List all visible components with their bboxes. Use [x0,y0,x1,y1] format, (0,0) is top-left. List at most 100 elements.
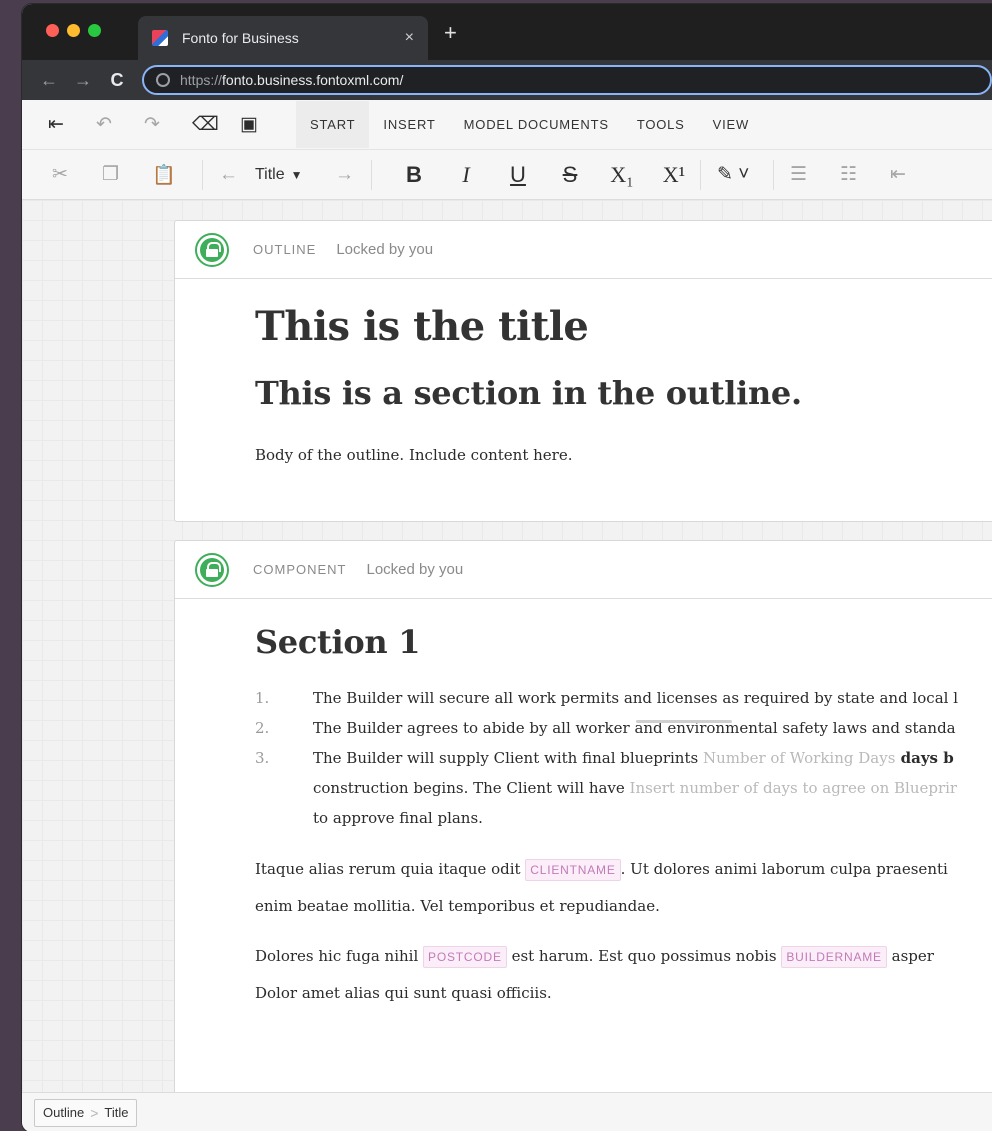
tab-strip: Fonto for Business × + [22,4,992,60]
format-toolbar: ✂ ❐ 📋 ← Title ▼ → B I U S X₁ X¹ ✎ ˅ ☰ ☷ … [22,150,992,200]
new-tab-icon[interactable]: + [444,22,457,44]
list-item-text[interactable]: construction begins. The Client will hav… [313,773,957,803]
bullet-list-icon[interactable]: ☷ [840,163,890,186]
globe-icon [156,73,170,87]
horizontal-scrollbar[interactable] [636,720,732,723]
variable-postcode[interactable]: POSTCODE [423,946,507,968]
variable-buildername[interactable]: BUILDERNAME [781,946,887,968]
tab-model-documents[interactable]: MODEL DOCUMENTS [450,101,623,148]
url-scheme: https:// [180,72,223,88]
chevron-down-icon: ▼ [290,167,303,182]
list-number: 3. [255,749,270,767]
italic-button[interactable]: I [440,162,492,188]
paragraph[interactable]: Dolores hic fuga nihil POSTCODE est haru… [255,938,992,1011]
text-run: est harum. Est quo possimus nobis [506,947,782,965]
list-number: 1. [255,689,270,707]
list-item[interactable]: 3. The Builder will supply Client with f… [255,743,992,773]
back-arrow-icon[interactable]: ← [32,70,66,91]
text-run: enim beatae mollitia. Vel temporibus et … [255,897,660,915]
text-run: asper [886,947,934,965]
list-item-text[interactable]: The Builder agrees to abide by all worke… [313,713,956,743]
placeholder-working-days[interactable]: Number of Working Days [703,749,895,767]
app-menubar: ⇤ ↶ ↷ ⌫ ▣ START INSERT MODEL DOCUMENTS T… [22,100,992,150]
fonto-favicon-icon [152,30,168,46]
outline-body[interactable]: This is the title This is a section in t… [175,279,992,472]
variable-clientname[interactable]: CLIENTNAME [525,859,621,881]
section-heading[interactable]: This is a section in the outline. [255,374,992,412]
bold-button[interactable]: B [388,162,440,188]
url-host: fonto.business.fontoxml.com/ [222,72,404,88]
list-number: 2. [255,719,270,737]
tab-tools[interactable]: TOOLS [623,101,699,148]
window-controls [46,24,101,37]
exit-icon[interactable]: ⇤ [48,113,96,136]
reload-icon[interactable]: C [100,70,134,91]
style-dropdown[interactable]: Title ▼ [255,166,335,184]
outline-card[interactable]: OUTLINE Locked by you This is the title … [174,220,992,522]
breadcrumb-item-outline[interactable]: Outline [43,1105,84,1120]
highlighter-icon[interactable]: ✎ ˅ [717,163,773,186]
subscript-button[interactable]: X₁ [596,162,648,188]
paragraph[interactable]: Itaque alias rerum quia itaque odit CLIE… [255,851,992,924]
copy-icon[interactable]: ❐ [102,163,152,186]
text-run: Dolores hic fuga nihil [255,947,424,965]
eraser-icon[interactable]: ⌫ [192,113,240,136]
redo-icon[interactable]: ↷ [144,113,192,136]
editor-canvas: OUTLINE Locked by you This is the title … [22,200,992,1092]
strikethrough-button[interactable]: S [544,162,596,188]
status-bar: Outline > Title [22,1092,992,1131]
lock-status: Locked by you [336,241,434,258]
menu-tabs: START INSERT MODEL DOCUMENTS TOOLS VIEW [296,101,763,148]
maximize-window-button[interactable] [88,24,101,37]
list-item-continuation[interactable]: to approve final plans. [255,803,992,833]
outdent-arrow-icon[interactable]: ← [219,164,255,186]
minimize-window-button[interactable] [67,24,80,37]
breadcrumb: Outline > Title [34,1098,138,1127]
browser-tab[interactable]: Fonto for Business × [138,16,428,60]
component-body[interactable]: Section 1 1. The Builder will secure all… [175,599,992,1011]
list-item-text[interactable]: The Builder will secure all work permits… [313,683,958,713]
outdent-icon[interactable]: ⇤ [890,163,940,186]
undo-icon[interactable]: ↶ [96,113,144,136]
toolbar-divider [700,159,701,190]
text-run: . Ut dolores animi laborum culpa praesen… [620,860,948,878]
section-heading[interactable]: Section 1 [255,623,992,661]
tab-view[interactable]: VIEW [699,101,763,148]
lock-icon[interactable] [195,232,229,267]
paste-icon[interactable]: 📋 [152,163,202,187]
cut-icon[interactable]: ✂ [52,163,102,186]
list-item-continuation[interactable]: construction begins. The Client will hav… [255,773,992,803]
card-type-label: OUTLINE [253,242,317,257]
breadcrumb-separator-icon: > [90,1104,99,1121]
tab-close-icon[interactable]: × [405,29,414,47]
superscript-button[interactable]: X¹ [648,162,700,188]
list-item-text-a: construction begins. The Client will hav… [313,779,630,797]
underline-button[interactable]: U [492,162,544,188]
list-item-text-b: days b [895,749,954,767]
lock-icon[interactable] [195,552,229,587]
list-item[interactable]: 2. The Builder agrees to abide by all wo… [255,713,992,743]
tab-start[interactable]: START [296,101,370,148]
text-run: Itaque alias rerum quia itaque odit [255,860,526,878]
url-input[interactable]: https:// fonto.business.fontoxml.com/ [142,65,992,95]
forward-arrow-icon[interactable]: → [66,70,100,91]
toolbar-divider [773,159,774,190]
save-icon[interactable]: ▣ [240,113,288,136]
breadcrumb-item-title[interactable]: Title [104,1105,128,1120]
clause-list: 1. The Builder will secure all work perm… [255,683,992,833]
tab-title: Fonto for Business [182,30,299,46]
placeholder-blueprint-days[interactable]: Insert number of days to agree on Bluepr… [630,779,958,797]
component-card[interactable]: COMPONENT Locked by you Section 1 1. The… [174,540,992,1092]
tab-insert[interactable]: INSERT [369,101,449,148]
list-item-text[interactable]: The Builder will supply Client with fina… [313,743,954,773]
list-item-text-a: The Builder will supply Client with fina… [313,749,703,767]
style-value: Title [255,165,285,183]
text-run: Dolor amet alias qui sunt quasi officiis… [255,984,552,1002]
list-item-text[interactable]: to approve final plans. [313,803,483,833]
list-item[interactable]: 1. The Builder will secure all work perm… [255,683,992,713]
numbered-list-icon[interactable]: ☰ [790,163,840,186]
outline-paragraph[interactable]: Body of the outline. Include content her… [255,438,992,472]
document-title[interactable]: This is the title [255,303,992,350]
close-window-button[interactable] [46,24,59,37]
indent-arrow-icon[interactable]: → [335,164,371,186]
